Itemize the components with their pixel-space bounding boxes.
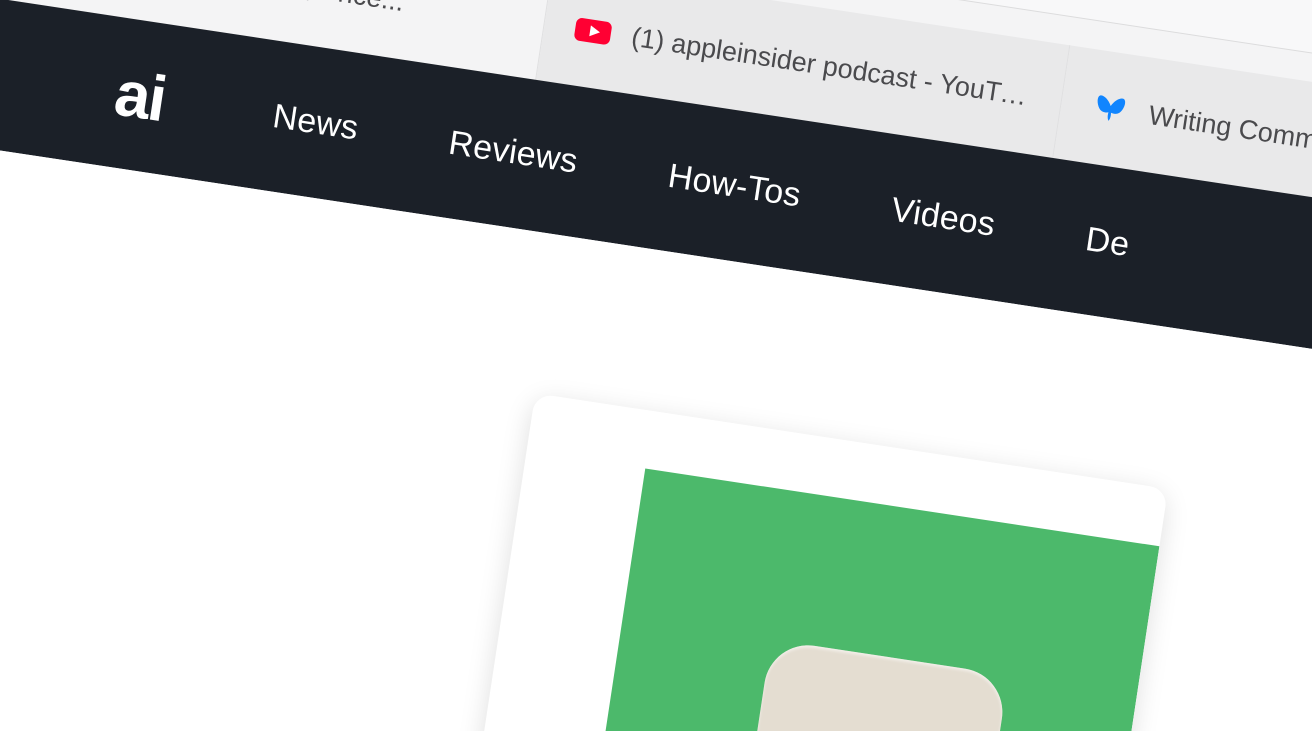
nav-item-reviews[interactable]: Reviews (446, 123, 580, 181)
appleinsider-logo[interactable]: ai (110, 55, 170, 136)
nav-item-how-tos[interactable]: How-Tos (665, 156, 804, 215)
nav-item-news[interactable]: News (270, 97, 361, 148)
article-card[interactable]: bi (466, 393, 1169, 731)
screenshot-stage: Safari File Edit View History Bookmarks … (0, 0, 1312, 731)
nav-item-deals[interactable]: De (1083, 220, 1132, 265)
nav-item-videos[interactable]: Videos (889, 190, 998, 244)
article-hero-image: bi (585, 468, 1160, 731)
bluesky-favicon (1097, 95, 1126, 121)
macos-screen: Safari File Edit View History Bookmarks … (0, 0, 1312, 731)
hero-product-tile: bi (736, 639, 1009, 731)
tab-title: Writing Communit… (1146, 99, 1312, 166)
youtube-favicon (574, 18, 612, 45)
tab-title: (1) appleinsider podcast - YouTube (629, 21, 1034, 113)
